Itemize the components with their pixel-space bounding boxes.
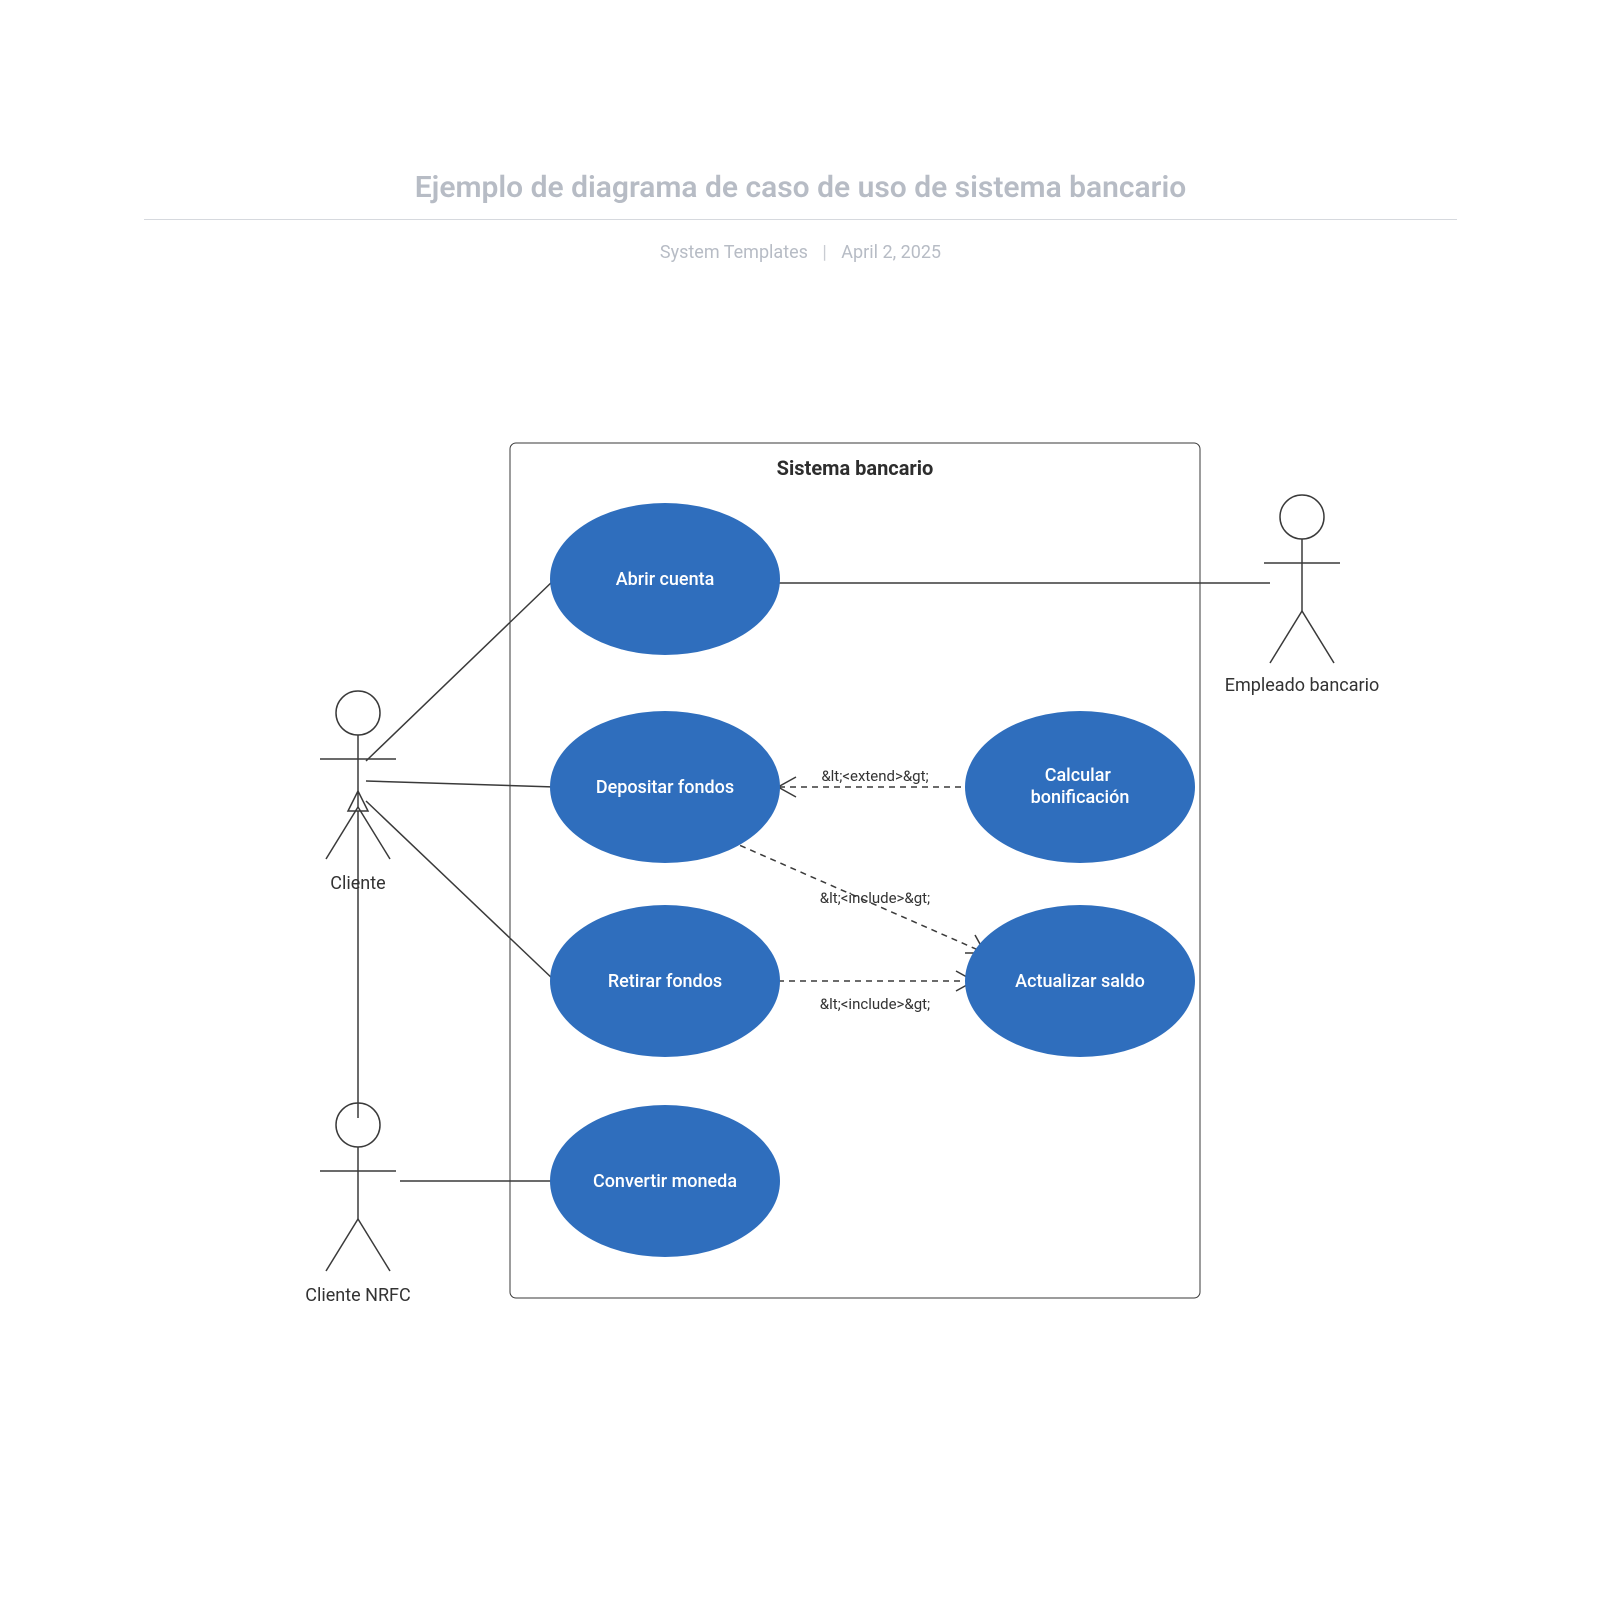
- subtitle-separator: |: [822, 242, 826, 263]
- usecase-abrir-cuenta-label: Abrir cuenta: [616, 569, 715, 590]
- usecase-depositar-fondos-label: Depositar fondos: [596, 777, 734, 798]
- diagram-header: Ejemplo de diagrama de caso de uso de si…: [0, 0, 1601, 263]
- diagram-date: April 2, 2025: [841, 242, 941, 263]
- actor-leg-left-icon: [1270, 611, 1302, 663]
- assoc-cliente-depositar: [366, 781, 555, 787]
- system-boundary-label: Sistema bancario: [777, 456, 934, 480]
- label-include-2: &lt;<include>&gt;: [820, 995, 930, 1013]
- diagram-subtitle: System Templates | April 2, 2025: [0, 242, 1601, 263]
- actor-leg-left-icon: [326, 1219, 358, 1271]
- usecase-actualizar-saldo-label: Actualizar saldo: [1015, 971, 1145, 992]
- diagram-canvas: Depositar fondos (dashed, arrow at dep) …: [0, 263, 1601, 1463]
- actor-head-icon: [336, 691, 380, 735]
- assoc-cliente-abrir-cuenta: [366, 579, 555, 761]
- actor-cliente-nrfc: Cliente NRFC: [305, 1103, 410, 1306]
- header-divider: [144, 219, 1457, 220]
- actor-cliente-nrfc-label: Cliente NRFC: [305, 1285, 410, 1306]
- assoc-cliente-retirar: [366, 801, 555, 981]
- label-extend: &lt;<extend>&gt;: [821, 767, 928, 785]
- usecase-retirar-fondos-label: Retirar fondos: [608, 971, 722, 992]
- usecase-convertir-moneda-label: Convertir moneda: [593, 1171, 737, 1192]
- label-include-1: &lt;<include>&gt;: [820, 889, 930, 907]
- actor-head-icon: [1280, 495, 1324, 539]
- actor-empleado: Empleado bancario: [1225, 495, 1380, 696]
- actor-leg-right-icon: [358, 1219, 390, 1271]
- diagram-title: Ejemplo de diagrama de caso de uso de si…: [0, 170, 1601, 205]
- actor-leg-left-icon: [326, 807, 358, 859]
- use-case-diagram: Depositar fondos (dashed, arrow at dep) …: [0, 263, 1601, 1463]
- actor-leg-right-icon: [358, 807, 390, 859]
- usecase-calcular-bonificacion-label-1: Calcular bonificación: [1031, 765, 1130, 808]
- actor-empleado-label: Empleado bancario: [1225, 675, 1380, 696]
- actor-cliente-label: Cliente: [330, 873, 385, 894]
- actor-leg-right-icon: [1302, 611, 1334, 663]
- diagram-author: System Templates: [660, 242, 808, 263]
